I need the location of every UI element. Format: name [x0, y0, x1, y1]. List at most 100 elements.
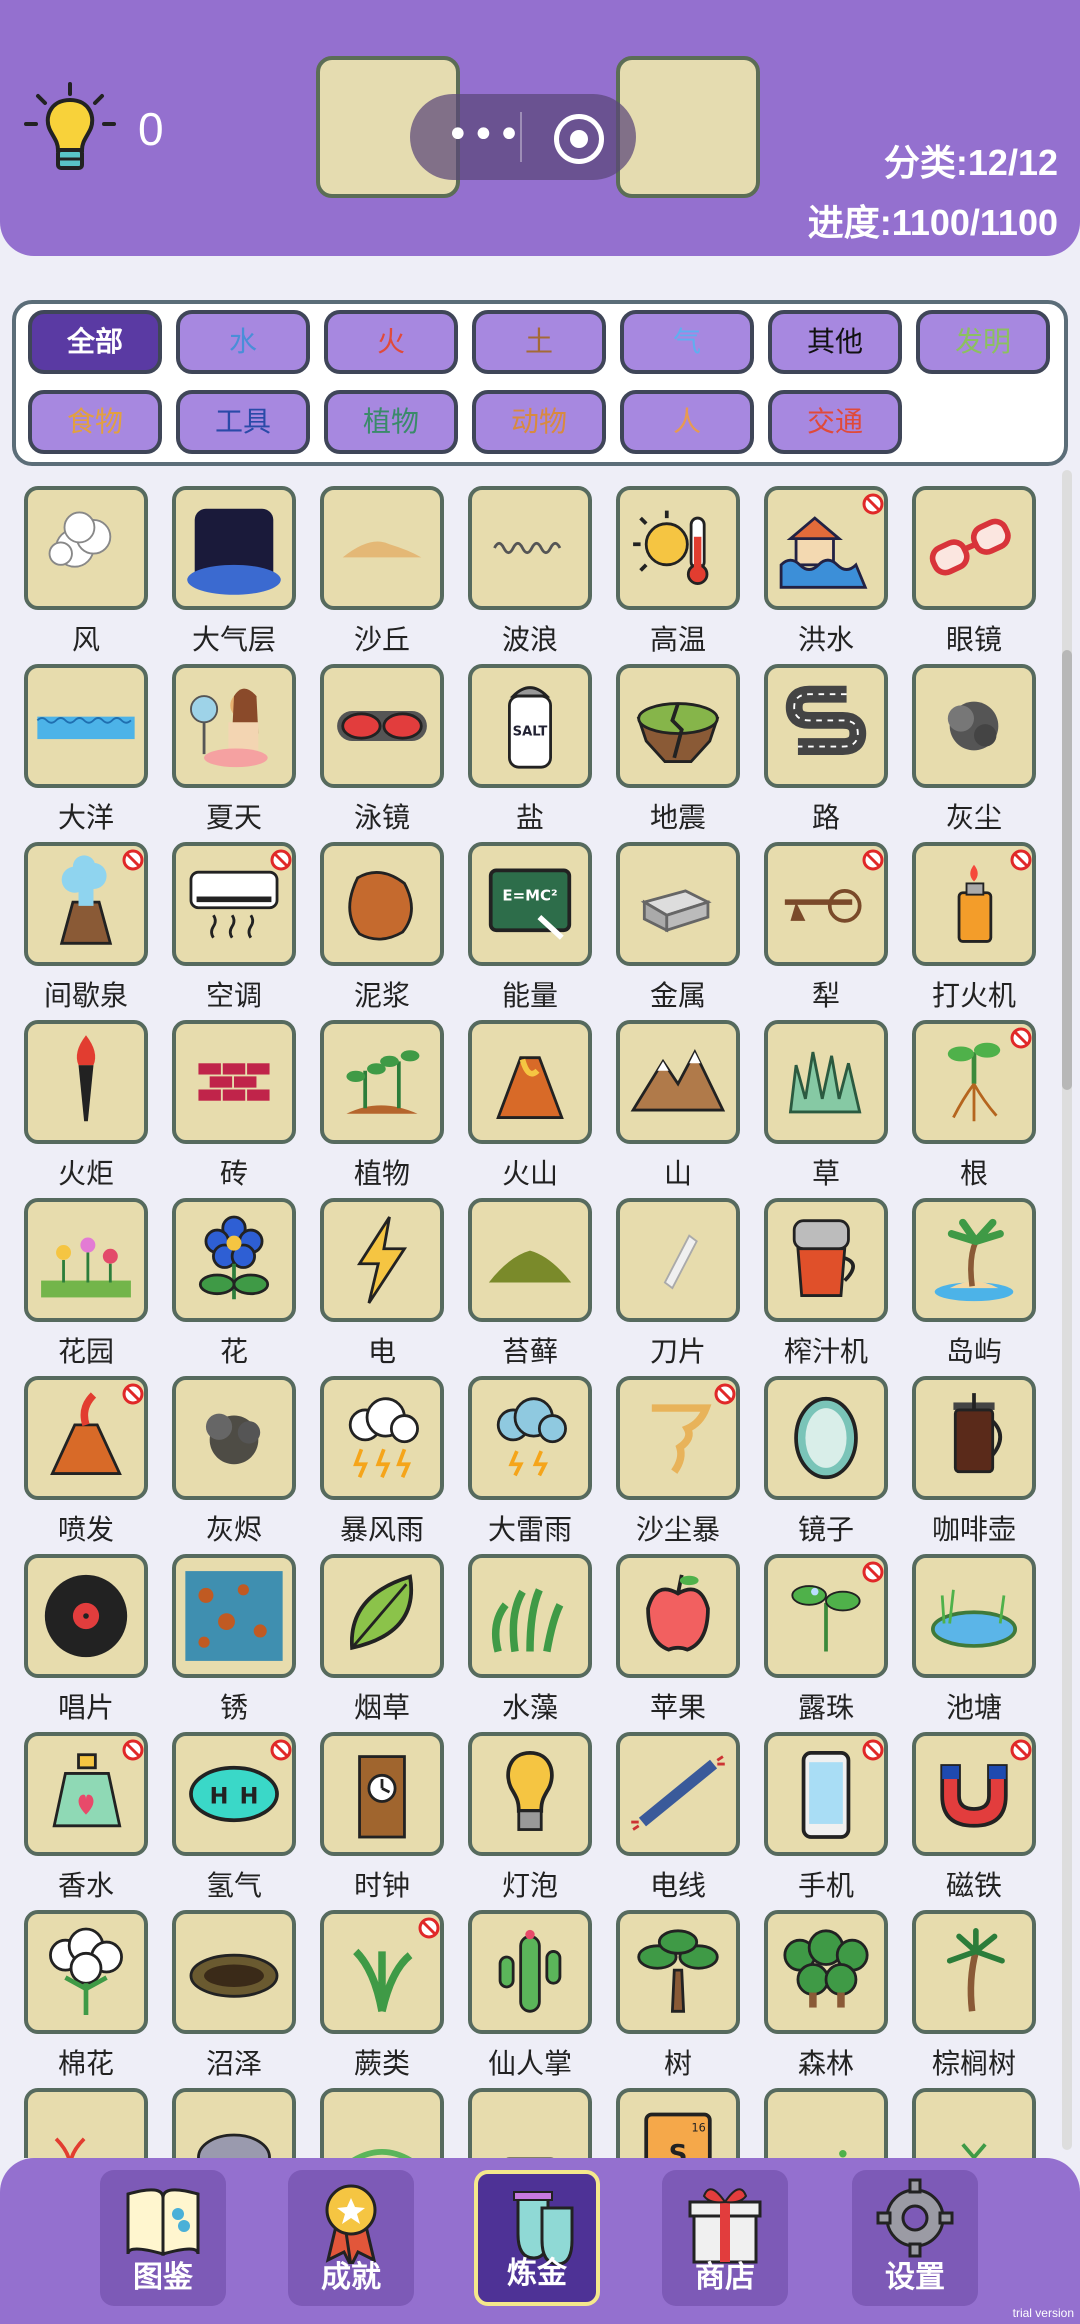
filter-tab[interactable]: 食物	[28, 390, 162, 454]
element-card[interactable]: 刀片	[604, 1180, 752, 1368]
element-card[interactable]: 香水	[12, 1714, 160, 1902]
element-card[interactable]: 花园	[12, 1180, 160, 1368]
filter-tab[interactable]: 其他	[768, 310, 902, 374]
element-card[interactable]: 泥浆	[308, 824, 456, 1012]
element-card[interactable]	[12, 2070, 160, 2158]
element-card[interactable]: 暴风雨	[308, 1358, 456, 1546]
filter-tab[interactable]: 交通	[768, 390, 902, 454]
element-card[interactable]: 草	[752, 1002, 900, 1190]
element-card[interactable]: 路	[752, 646, 900, 834]
element-card[interactable]: 植物	[308, 1002, 456, 1190]
no-combine-icon	[861, 492, 885, 516]
element-card[interactable]: 棉花	[12, 1892, 160, 2080]
element-card[interactable]: 森林	[752, 1892, 900, 2080]
element-card[interactable]: S 16	[604, 2070, 752, 2158]
element-card[interactable]: 咖啡壶	[900, 1358, 1048, 1546]
combine-slot-right[interactable]	[616, 56, 760, 198]
element-card[interactable]: 灰烬	[160, 1358, 308, 1546]
filter-tab[interactable]: 水	[176, 310, 310, 374]
grid-scroll-thumb[interactable]	[1062, 650, 1072, 1090]
wire-icon	[616, 1732, 740, 1856]
element-card[interactable]: 大洋	[12, 646, 160, 834]
element-card[interactable]: 喷发	[12, 1358, 160, 1546]
element-card[interactable]	[752, 2070, 900, 2158]
element-card[interactable]: 电	[308, 1180, 456, 1368]
element-card[interactable]: 唱片	[12, 1536, 160, 1724]
element-card[interactable]: 烟草	[308, 1536, 456, 1724]
filter-tab[interactable]: 发明	[916, 310, 1050, 374]
element-card[interactable]: 大雷雨	[456, 1358, 604, 1546]
element-card[interactable]	[308, 2070, 456, 2158]
element-card[interactable]: H H 氢气	[160, 1714, 308, 1902]
element-card[interactable]: 波浪	[456, 468, 604, 656]
element-card[interactable]: 磁铁	[900, 1714, 1048, 1902]
element-card[interactable]: 火山	[456, 1002, 604, 1190]
element-card[interactable]: 岛屿	[900, 1180, 1048, 1368]
element-card[interactable]: 棕榈树	[900, 1892, 1048, 2080]
filter-tab[interactable]: 火	[324, 310, 458, 374]
element-card[interactable]	[160, 2070, 308, 2158]
element-card[interactable]: 蕨类	[308, 1892, 456, 2080]
element-card[interactable]: 水藻	[456, 1536, 604, 1724]
storm-icon	[320, 1376, 444, 1500]
element-card[interactable]: 洪水	[752, 468, 900, 656]
sprout-icon	[912, 2088, 1036, 2158]
close-miniprogram-icon[interactable]	[554, 114, 604, 164]
element-card[interactable]: 沙尘暴	[604, 1358, 752, 1546]
element-card[interactable]: 池塘	[900, 1536, 1048, 1724]
element-card[interactable]: 锈	[160, 1536, 308, 1724]
element-card[interactable]: 沼泽	[160, 1892, 308, 2080]
element-card[interactable]: 苹果	[604, 1536, 752, 1724]
nav-medal-button[interactable]: 成就	[288, 2170, 414, 2306]
filter-tab[interactable]: 动物	[472, 390, 606, 454]
element-card[interactable]: 眼镜	[900, 468, 1048, 656]
nav-gift-button[interactable]: 商店	[662, 2170, 788, 2306]
element-card[interactable]: 树	[604, 1892, 752, 2080]
element-card[interactable]: 间歇泉	[12, 824, 160, 1012]
nav-book-button[interactable]: 图鉴	[100, 2170, 226, 2306]
element-card[interactable]: 空调	[160, 824, 308, 1012]
filter-tab[interactable]: 全部	[28, 310, 162, 374]
element-card[interactable]: 苔藓	[456, 1180, 604, 1368]
filter-tab[interactable]: 植物	[324, 390, 458, 454]
element-card[interactable]: 灯泡	[456, 1714, 604, 1902]
element-card[interactable]: 花	[160, 1180, 308, 1368]
element-card[interactable]: 地震	[604, 646, 752, 834]
element-card[interactable]: 金属	[604, 824, 752, 1012]
element-card[interactable]: 犁	[752, 824, 900, 1012]
element-card[interactable]: 手机	[752, 1714, 900, 1902]
element-card[interactable]: 泳镜	[308, 646, 456, 834]
element-card[interactable]: 根	[900, 1002, 1048, 1190]
element-card[interactable]: 火炬	[12, 1002, 160, 1190]
filter-tab[interactable]: 气	[620, 310, 754, 374]
element-card[interactable]: 夏天	[160, 646, 308, 834]
element-card[interactable]	[900, 2070, 1048, 2158]
filter-tab[interactable]: 工具	[176, 390, 310, 454]
filter-tab[interactable]: 人	[620, 390, 754, 454]
element-card[interactable]: 打火机	[900, 824, 1048, 1012]
element-card[interactable]: 榨汁机	[752, 1180, 900, 1368]
element-card[interactable]: 山	[604, 1002, 752, 1190]
element-card[interactable]: 风	[12, 468, 160, 656]
element-card[interactable]: 露珠	[752, 1536, 900, 1724]
element-card[interactable]: 灰尘	[900, 646, 1048, 834]
element-card[interactable]	[456, 2070, 604, 2158]
volcano-icon	[468, 1020, 592, 1144]
nav-gear-button[interactable]: 设置	[852, 2170, 978, 2306]
element-card[interactable]: 电线	[604, 1714, 752, 1902]
element-card[interactable]: 大气层	[160, 468, 308, 656]
filter-tab[interactable]: 土	[472, 310, 606, 374]
element-card[interactable]: 镜子	[752, 1358, 900, 1546]
nav-flask-button[interactable]: 炼金	[474, 2170, 600, 2306]
hint-bulb-icon[interactable]	[20, 80, 120, 180]
wave-icon	[468, 486, 592, 610]
element-card[interactable]: 仙人掌	[456, 1892, 604, 2080]
element-card[interactable]: 沙丘	[308, 468, 456, 656]
element-card[interactable]: 时钟	[308, 1714, 456, 1902]
element-card[interactable]: E=MC² 能量	[456, 824, 604, 1012]
more-icon[interactable]: •••	[446, 112, 523, 158]
element-grid[interactable]: 风大气层 沙丘 波浪 高温 洪水 眼镜大洋 夏天 泳镜 SALT 盐地震路灰尘间歇泉 空调 泥浆 E=M…	[0, 468, 1060, 2158]
element-card[interactable]: 高温	[604, 468, 752, 656]
element-card[interactable]: SALT 盐	[456, 646, 604, 834]
element-card[interactable]: 砖	[160, 1002, 308, 1190]
